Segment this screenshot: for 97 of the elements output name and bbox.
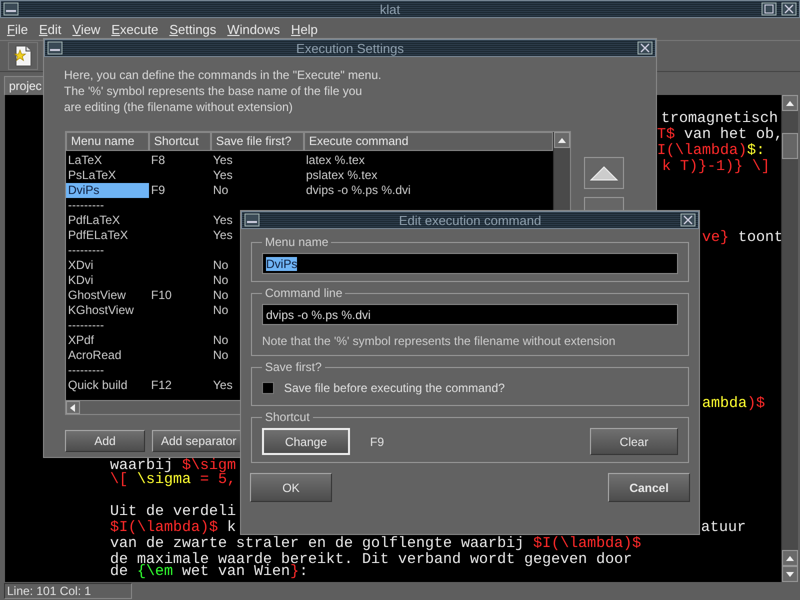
code-line: van de zwarte straler en de golflengte waarbij $I(\lambda)$ <box>110 536 642 552</box>
table-cell[interactable]: XDvi <box>66 258 149 273</box>
group-label: Menu name <box>264 235 330 249</box>
table-cell[interactable]: GhostView <box>66 288 149 303</box>
group-label: Shortcut <box>264 410 311 424</box>
group-label: Save first? <box>264 360 323 374</box>
table-cell: Yes <box>213 228 233 242</box>
scroll-up-button[interactable] <box>782 95 798 111</box>
maximize-icon[interactable] <box>761 2 778 16</box>
code-line: waarbij $\sigm <box>110 458 236 474</box>
code-line: ambda)$ <box>702 396 766 412</box>
table-cell: F9 <box>151 183 166 197</box>
table-cell: F10 <box>151 288 172 302</box>
checkbox-label[interactable]: Save file before executing the command? <box>284 381 505 395</box>
window-menu-icon[interactable] <box>244 213 260 227</box>
toolbar-button[interactable] <box>8 42 38 70</box>
code-line: \[ \sigma = 5, <box>110 472 236 488</box>
table-cell: dvips -o %.ps %.dvi <box>306 183 411 197</box>
window-title: Edit execution command <box>398 212 542 228</box>
code-line: Uit de verdeli <box>110 504 236 520</box>
triangle-up-icon <box>589 165 619 181</box>
close-icon[interactable] <box>680 213 696 227</box>
close-icon[interactable] <box>781 2 798 16</box>
code-line: atuur <box>701 520 746 536</box>
scroll-left-button[interactable] <box>66 401 80 414</box>
table-cell: No <box>213 333 228 347</box>
table-cell: Yes <box>213 378 233 392</box>
menu-name-field[interactable]: DviPs <box>262 253 678 274</box>
description-text: are editing (the filename without extension) <box>64 99 294 115</box>
table-cell: No <box>213 348 228 362</box>
window-menu-icon[interactable] <box>3 2 19 16</box>
command-line-field[interactable]: dvips -o %.ps %.dvi <box>262 304 678 325</box>
code-line: k T)}-1)} \] <box>662 159 770 175</box>
menu-item[interactable]: View <box>71 22 102 36</box>
shortcut-button[interactable]: Clear <box>590 428 678 455</box>
code-line: I(\lambda)$: <box>657 143 766 159</box>
description-text: Here, you can define the commands in the "Execute" menu. <box>64 67 382 83</box>
dialog-button[interactable]: Add <box>65 430 145 452</box>
new-document-icon <box>12 44 34 68</box>
dialog-button[interactable]: Cancel <box>608 473 690 502</box>
scroll-up-button[interactable] <box>782 550 798 566</box>
move-up-button[interactable] <box>584 157 624 189</box>
table-cell[interactable]: Quick build <box>66 378 149 393</box>
group-label: Command line <box>264 286 344 300</box>
window-title: klat <box>380 2 400 16</box>
table-cell: No <box>213 303 228 317</box>
status-text: Line: 101 Col: 1 <box>4 583 132 599</box>
table-cell: Yes <box>213 213 233 227</box>
description-text: The '%' symbol represents the base name of the file you <box>64 83 364 99</box>
table-cell[interactable]: --------- <box>66 198 149 213</box>
column-header[interactable]: Execute command <box>304 132 553 151</box>
table-cell[interactable]: PdfLaTeX <box>66 213 149 228</box>
table-cell: No <box>213 258 228 272</box>
code-line: T$ van het ob, <box>657 127 781 143</box>
column-header[interactable]: Menu name <box>66 132 149 151</box>
table-cell[interactable]: --------- <box>66 318 149 333</box>
close-icon[interactable] <box>637 41 653 55</box>
menu-item[interactable]: Edit <box>38 22 62 36</box>
table-cell: Yes <box>213 153 233 167</box>
table-cell[interactable]: AcroRead <box>66 348 149 363</box>
shortcut-button[interactable]: Change <box>262 428 350 455</box>
table-cell[interactable]: --------- <box>66 363 149 378</box>
window-menu-icon[interactable] <box>47 41 63 55</box>
table-cell[interactable]: LaTeX <box>66 153 149 168</box>
table-cell[interactable]: DviPs <box>66 183 149 198</box>
table-cell: Yes <box>213 168 233 182</box>
shortcut-key: F9 <box>370 434 384 448</box>
table-cell: F8 <box>151 153 166 167</box>
scrollbar[interactable] <box>781 95 798 582</box>
table-cell[interactable]: KDvi <box>66 273 149 288</box>
checkbox[interactable] <box>262 382 274 394</box>
table-cell: No <box>213 288 228 302</box>
menu-item[interactable]: Windows <box>226 22 282 36</box>
table-cell: pslatex %.tex <box>306 168 378 182</box>
menu-item[interactable]: File <box>6 22 29 36</box>
column-header[interactable]: Shortcut <box>149 132 211 151</box>
table-cell: No <box>213 183 228 197</box>
note-text: Note that the '%' symbol represents the filename without extension <box>262 334 616 348</box>
menu-item[interactable]: Execute <box>110 22 160 36</box>
table-cell[interactable]: PsLaTeX <box>66 168 149 183</box>
table-cell[interactable]: XPdf <box>66 333 149 348</box>
scroll-up-button[interactable] <box>554 132 570 148</box>
window-title: Execution Settings <box>296 40 404 56</box>
menu-item[interactable]: Settings <box>168 22 218 36</box>
table-cell: F12 <box>151 378 172 392</box>
menu-item[interactable]: Help <box>290 22 319 36</box>
scroll-down-button[interactable] <box>782 566 798 582</box>
table-cell[interactable]: KGhostView <box>66 303 149 318</box>
table-cell: No <box>213 273 228 287</box>
table-cell: latex %.tex <box>306 153 365 167</box>
scrollbar-thumb[interactable] <box>782 133 798 159</box>
column-header[interactable]: Save file first? <box>211 132 304 151</box>
code-line: $I(\lambda)$ k <box>110 520 236 536</box>
code-line: tromagnetisch <box>661 111 778 127</box>
table-cell[interactable]: PdfELaTeX <box>66 228 149 243</box>
table-cell[interactable]: --------- <box>66 243 149 258</box>
dialog-button[interactable]: OK <box>250 473 332 502</box>
